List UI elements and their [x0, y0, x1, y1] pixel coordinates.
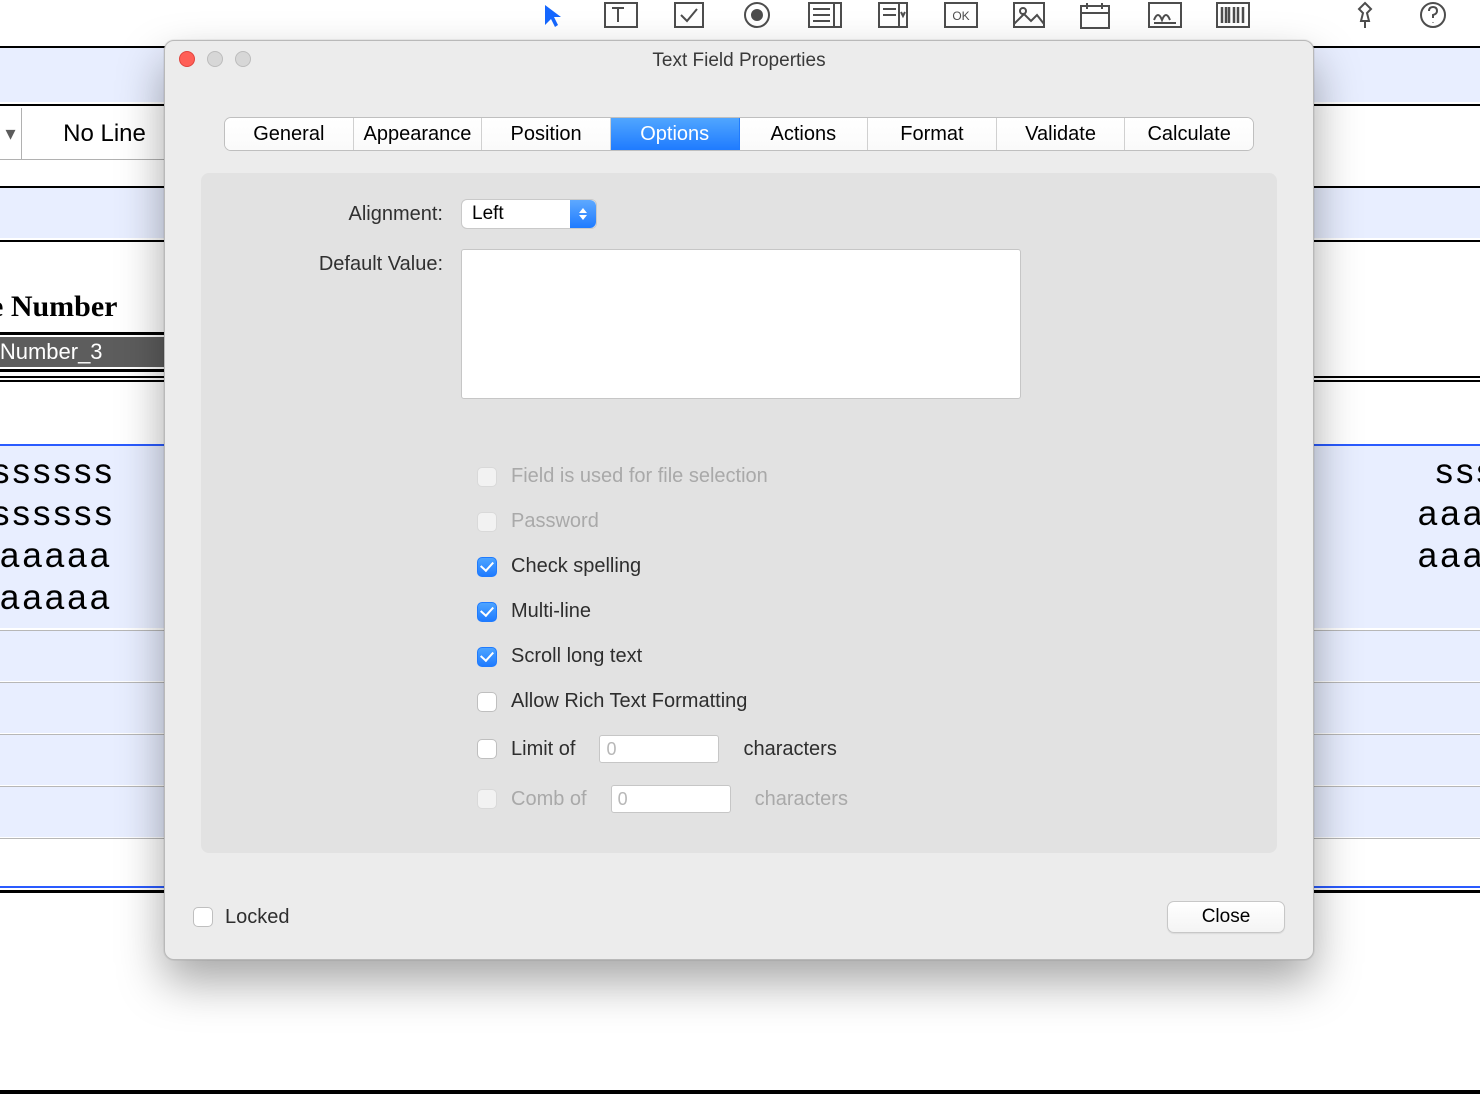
- dialog-title: Text Field Properties: [165, 50, 1313, 72]
- checkbox-icon[interactable]: [672, 1, 706, 29]
- file-selection-row: Field is used for file selection: [477, 465, 1237, 488]
- multi-line-label: Multi-line: [511, 600, 591, 623]
- limit-of-row[interactable]: Limit of characters: [477, 735, 1237, 763]
- password-checkbox: [477, 512, 497, 532]
- pin-icon[interactable]: [1348, 1, 1382, 29]
- window-controls: [179, 51, 251, 67]
- image-field-icon[interactable]: [1012, 1, 1046, 29]
- document-rule: [0, 1090, 1480, 1094]
- properties-tabs: General Appearance Position Options Acti…: [224, 117, 1254, 151]
- tab-general[interactable]: General: [225, 118, 354, 150]
- tab-position[interactable]: Position: [482, 118, 611, 150]
- tab-validate[interactable]: Validate: [997, 118, 1126, 150]
- default-value-input[interactable]: [461, 249, 1021, 399]
- signature-field-icon[interactable]: [1148, 1, 1182, 29]
- comb-of-checkbox: [477, 789, 497, 809]
- ok-button-icon[interactable]: OK: [944, 1, 978, 29]
- comb-of-row: Comb of characters: [477, 785, 1237, 813]
- close-button-label: Close: [1202, 906, 1251, 928]
- list-box-icon[interactable]: [808, 1, 842, 29]
- text-field-icon[interactable]: [604, 1, 638, 29]
- tab-calculate[interactable]: Calculate: [1125, 118, 1253, 150]
- tab-actions[interactable]: Actions: [740, 118, 869, 150]
- file-selection-checkbox: [477, 467, 497, 487]
- rich-text-label: Allow Rich Text Formatting: [511, 690, 747, 713]
- select-stepper-icon[interactable]: [570, 200, 596, 228]
- password-label: Password: [511, 510, 599, 533]
- comb-of-label: Comb of: [511, 788, 587, 811]
- line-style-label: No Line: [22, 120, 187, 148]
- window-minimize-icon: [207, 51, 223, 67]
- check-spelling-label: Check spelling: [511, 555, 641, 578]
- multi-line-checkbox[interactable]: [477, 602, 497, 622]
- locked-label: Locked: [225, 906, 290, 929]
- scroll-long-text-checkbox[interactable]: [477, 647, 497, 667]
- alignment-value: Left: [472, 203, 504, 225]
- date-field-icon[interactable]: [1080, 1, 1114, 29]
- locked-checkbox[interactable]: [193, 907, 213, 927]
- radio-button-icon[interactable]: [740, 1, 774, 29]
- page-number-field-chip[interactable]: age Number_3: [0, 332, 182, 372]
- limit-of-suffix: characters: [743, 738, 836, 761]
- barcode-field-icon[interactable]: [1216, 1, 1250, 29]
- window-close-icon[interactable]: [179, 51, 195, 67]
- comb-of-suffix: characters: [755, 788, 848, 811]
- options-panel: Alignment: Left Default Value: Field is …: [201, 173, 1277, 853]
- dialog-footer: Locked Close: [193, 901, 1285, 933]
- rich-text-checkbox[interactable]: [477, 692, 497, 712]
- scroll-long-text-row[interactable]: Scroll long text: [477, 645, 1237, 668]
- window-zoom-icon: [235, 51, 251, 67]
- alignment-label: Alignment:: [241, 199, 461, 226]
- limit-of-label: Limit of: [511, 738, 575, 761]
- line-style-selector[interactable]: ▾ No Line: [0, 108, 188, 160]
- rich-text-row[interactable]: Allow Rich Text Formatting: [477, 690, 1237, 713]
- file-selection-label: Field is used for file selection: [511, 465, 768, 488]
- dropdown-icon[interactable]: [876, 1, 910, 29]
- cursor-icon[interactable]: [536, 1, 570, 29]
- default-value-label: Default Value:: [241, 249, 461, 276]
- help-icon[interactable]: [1416, 1, 1450, 29]
- tab-format[interactable]: Format: [868, 118, 997, 150]
- page-number-heading: age Number: [0, 292, 117, 322]
- comb-of-input: [611, 785, 731, 813]
- form-tools-toolbar: OK: [0, 0, 1480, 30]
- dropdown-caret-icon: ▾: [0, 108, 22, 159]
- locked-row[interactable]: Locked: [193, 906, 290, 929]
- svg-text:OK: OK: [952, 9, 969, 23]
- limit-of-input[interactable]: [599, 735, 719, 763]
- dialog-titlebar[interactable]: Text Field Properties: [165, 41, 1313, 81]
- tab-options[interactable]: Options: [611, 118, 740, 150]
- multi-line-row[interactable]: Multi-line: [477, 600, 1237, 623]
- alignment-select[interactable]: Left: [461, 199, 597, 229]
- scroll-long-text-label: Scroll long text: [511, 645, 642, 668]
- check-spelling-row[interactable]: Check spelling: [477, 555, 1237, 578]
- close-button[interactable]: Close: [1167, 901, 1285, 933]
- text-field-properties-dialog: Text Field Properties General Appearance…: [164, 40, 1314, 960]
- password-row: Password: [477, 510, 1237, 533]
- check-spelling-checkbox[interactable]: [477, 557, 497, 577]
- tab-appearance[interactable]: Appearance: [354, 118, 483, 150]
- limit-of-checkbox[interactable]: [477, 739, 497, 759]
